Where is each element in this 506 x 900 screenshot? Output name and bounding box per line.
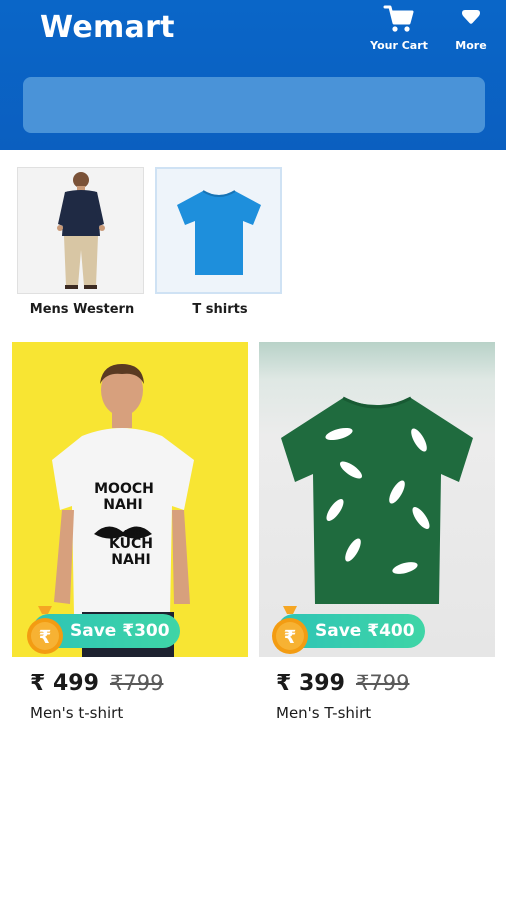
- product-name: Men's t-shirt: [30, 704, 124, 722]
- rupee-coin-icon: ₹: [272, 606, 308, 654]
- original-price: ₹799: [109, 671, 164, 695]
- product-image: MOOCH NAHI TOH KUCH NAHI ₹ Save ₹300: [12, 342, 248, 657]
- category-thumbnail: [17, 167, 144, 294]
- more-label: More: [455, 39, 487, 52]
- price: ₹ 499: [30, 671, 99, 696]
- rupee-coin-icon: ₹: [27, 606, 63, 654]
- app-header: Wemart Your Cart More: [0, 0, 506, 150]
- cart-icon: [383, 5, 414, 32]
- product-name: Men's T-shirt: [276, 704, 372, 722]
- category-mens-western[interactable]: Mens Western: [17, 167, 147, 317]
- category-tshirts[interactable]: T shirts: [155, 167, 285, 317]
- category-label: T shirts: [192, 302, 248, 317]
- product-image: ₹ Save ₹400: [259, 342, 495, 657]
- price-row: ₹ 499 ₹799: [30, 671, 248, 696]
- price: ₹ 399: [276, 671, 345, 696]
- svg-text:₹: ₹: [284, 627, 297, 648]
- svg-text:₹: ₹: [39, 627, 52, 648]
- shirt-text: NAHI: [103, 497, 143, 513]
- cart-button[interactable]: Your Cart: [364, 4, 434, 52]
- product-card[interactable]: ₹ Save ₹400 ₹ 399 ₹799 Men's T-shirt: [259, 342, 495, 722]
- price-row: ₹ 399 ₹799: [276, 671, 495, 696]
- shirt-text: NAHI: [111, 552, 151, 568]
- chevron-down-icon: [462, 10, 480, 24]
- category-row: Mens Western T shirts: [0, 165, 506, 325]
- category-thumbnail: [155, 167, 282, 294]
- cart-label: Your Cart: [370, 39, 428, 52]
- category-label: Mens Western: [29, 302, 135, 317]
- product-card[interactable]: MOOCH NAHI TOH KUCH NAHI ₹ Save ₹300 ₹ 4…: [12, 342, 248, 722]
- brand-logo: Wemart: [40, 10, 175, 45]
- search-input[interactable]: [23, 77, 485, 133]
- mens-western-photo: [56, 172, 105, 289]
- more-button[interactable]: More: [436, 4, 506, 52]
- original-price: ₹799: [355, 671, 410, 695]
- shirt-text: KUCH: [109, 536, 153, 552]
- blue-tshirt-photo: [176, 189, 261, 275]
- shirt-text: MOOCH: [94, 481, 154, 497]
